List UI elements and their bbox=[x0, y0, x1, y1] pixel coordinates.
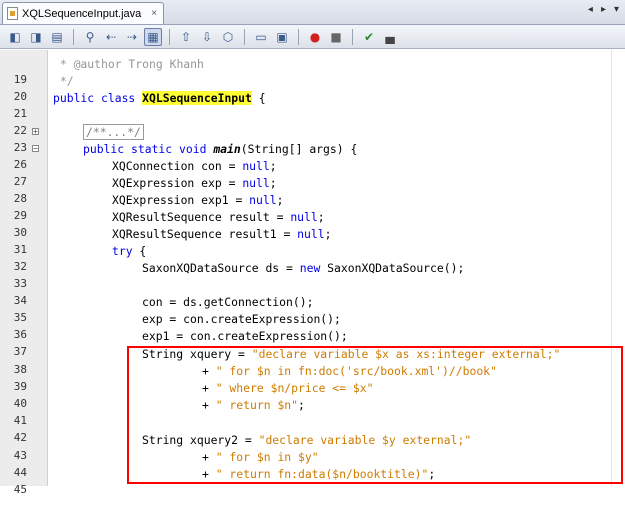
code-token: XQResultSequence result = bbox=[112, 210, 291, 224]
code-line: 30 XQResultSequence result = null; bbox=[0, 209, 625, 239]
code-token: SaxonXQDataSource ds = bbox=[142, 261, 300, 275]
code-line: 23 + /**...*/ bbox=[0, 124, 625, 154]
code-line: 20 */ bbox=[0, 73, 625, 103]
code-line: 36 exp = con.createExpression(); bbox=[0, 311, 625, 341]
tab-xqlsequenceinput[interactable]: XQLSequenceInput.java × bbox=[2, 2, 165, 24]
comment-text: * @author Trong Khanh bbox=[53, 57, 204, 71]
code-text: public static void main(String[] args) { bbox=[83, 141, 357, 157]
keyword: new bbox=[299, 261, 321, 275]
editor-tab-bar: XQLSequenceInput.java × ◂ ▸ ▾ bbox=[0, 0, 625, 25]
back-icon[interactable]: ◧ bbox=[6, 28, 24, 46]
code-token: XQResultSequence result1 = bbox=[112, 227, 298, 241]
keyword: null bbox=[290, 210, 318, 224]
code-token: { bbox=[132, 244, 147, 258]
code-text: XQResultSequence result = null; bbox=[112, 209, 325, 225]
scroll-left-icon[interactable]: ◂ bbox=[588, 4, 593, 15]
editor-toolbar: ◧ ◨ ▤ ⚲ ⇠ ⇢ ▦ ⇧ ⇩ ⬡ ▭ ▣ ● ■ ✔ ▄ bbox=[0, 25, 625, 49]
code-text: exp = con.createExpression(); bbox=[142, 312, 341, 326]
keyword: null bbox=[297, 227, 325, 241]
code-token: ; bbox=[269, 176, 277, 190]
tab-menu-icon[interactable]: ▾ bbox=[614, 4, 619, 15]
code-line: 29 XQExpression exp1 = null; bbox=[0, 192, 625, 222]
code-text: /**...*/ bbox=[83, 124, 144, 140]
shift-right-icon[interactable]: ⇩ bbox=[198, 28, 216, 46]
code-line: 27 XQConnection con = null; bbox=[0, 158, 625, 188]
code-token: { bbox=[251, 91, 266, 105]
find-icon[interactable]: ⚲ bbox=[81, 28, 99, 46]
code-token: SaxonXQDataSource(); bbox=[320, 261, 465, 275]
class-name: XQLSequenceInput bbox=[142, 91, 252, 105]
keyword: public class bbox=[53, 91, 143, 105]
bookmarks-icon[interactable]: ⬡ bbox=[219, 28, 237, 46]
keyword: null bbox=[242, 176, 270, 190]
code-text: con = ds.getConnection(); bbox=[142, 295, 314, 309]
edit-icon[interactable]: ▄ bbox=[381, 28, 399, 46]
toolbar-separator bbox=[244, 28, 245, 45]
run-icon[interactable]: ✔ bbox=[360, 28, 378, 46]
code-text: public class XQLSequenceInput { bbox=[53, 90, 266, 106]
code-token: (String[] args) { bbox=[240, 142, 358, 156]
code-token: ; bbox=[317, 210, 325, 224]
toggle-highlight-icon[interactable]: ▦ bbox=[144, 27, 162, 46]
find-prev-icon[interactable]: ⇠ bbox=[102, 28, 120, 46]
tab-navigation: ◂ ▸ ▾ bbox=[588, 4, 619, 15]
code-token: XQExpression exp1 = bbox=[112, 193, 250, 207]
code-line: 37 exp1 = con.createExpression(); bbox=[0, 328, 625, 358]
keyword: public static void bbox=[83, 142, 214, 156]
history-icon[interactable]: ▤ bbox=[48, 28, 66, 46]
fold-collapse-icon[interactable]: − bbox=[32, 145, 39, 153]
stop-macro-icon[interactable]: ■ bbox=[327, 28, 345, 46]
keyword: null bbox=[249, 193, 277, 207]
code-token: XQExpression exp = bbox=[112, 176, 243, 190]
close-icon[interactable]: × bbox=[151, 8, 157, 19]
comment-icon[interactable]: ▭ bbox=[252, 28, 270, 46]
code-line: 33 SaxonXQDataSource ds = new SaxonXQDat… bbox=[0, 260, 625, 290]
code-text: try { bbox=[112, 243, 146, 259]
code-text: XQExpression exp = null; bbox=[112, 175, 277, 191]
tab-title: XQLSequenceInput.java bbox=[22, 7, 142, 20]
fold-expand-icon[interactable]: + bbox=[32, 128, 39, 136]
code-line: 22 bbox=[0, 107, 625, 137]
toolbar-separator bbox=[73, 28, 74, 45]
code-line: 21 public class XQLSequenceInput { bbox=[0, 90, 625, 120]
shift-left-icon[interactable]: ⇧ bbox=[177, 28, 195, 46]
line-number: 45 bbox=[13, 483, 27, 496]
record-macro-icon[interactable]: ● bbox=[306, 28, 324, 46]
code-line: 35 con = ds.getConnection(); bbox=[0, 294, 625, 324]
toolbar-separator bbox=[352, 28, 353, 45]
toolbar-separator bbox=[298, 28, 299, 45]
java-file-icon bbox=[7, 7, 18, 20]
code-text: exp1 = con.createExpression(); bbox=[142, 329, 348, 343]
code-line: 34 bbox=[0, 277, 625, 307]
method-name: main bbox=[213, 142, 241, 156]
find-next-icon[interactable]: ⇢ bbox=[123, 28, 141, 46]
code-token: XQConnection con = bbox=[112, 159, 243, 173]
code-line: 32 try { bbox=[0, 243, 625, 273]
code-token: ; bbox=[276, 193, 284, 207]
code-line: 19 * @author Trong Khanh bbox=[0, 56, 625, 86]
forward-icon[interactable]: ◨ bbox=[27, 28, 45, 46]
folded-comment[interactable]: /**...*/ bbox=[83, 124, 144, 140]
code-text: XQResultSequence result1 = null; bbox=[112, 226, 331, 242]
code-text: XQExpression exp1 = null; bbox=[112, 192, 283, 208]
code-line: 26 − public static void main(String[] ar… bbox=[0, 141, 625, 171]
code-text: SaxonXQDataSource ds = new SaxonXQDataSo… bbox=[142, 260, 464, 276]
toolbar-separator bbox=[169, 28, 170, 45]
code-line: 31 XQResultSequence result1 = null; bbox=[0, 226, 625, 256]
highlight-box bbox=[127, 346, 623, 484]
comment-text: */ bbox=[53, 74, 74, 88]
code-token: ; bbox=[324, 227, 332, 241]
scroll-right-icon[interactable]: ▸ bbox=[601, 4, 606, 15]
code-token: ; bbox=[269, 159, 277, 173]
keyword: try bbox=[112, 244, 133, 258]
uncomment-icon[interactable]: ▣ bbox=[273, 28, 291, 46]
code-line: 28 XQExpression exp = null; bbox=[0, 175, 625, 205]
keyword: null bbox=[242, 159, 270, 173]
code-text: XQConnection con = null; bbox=[112, 158, 277, 174]
